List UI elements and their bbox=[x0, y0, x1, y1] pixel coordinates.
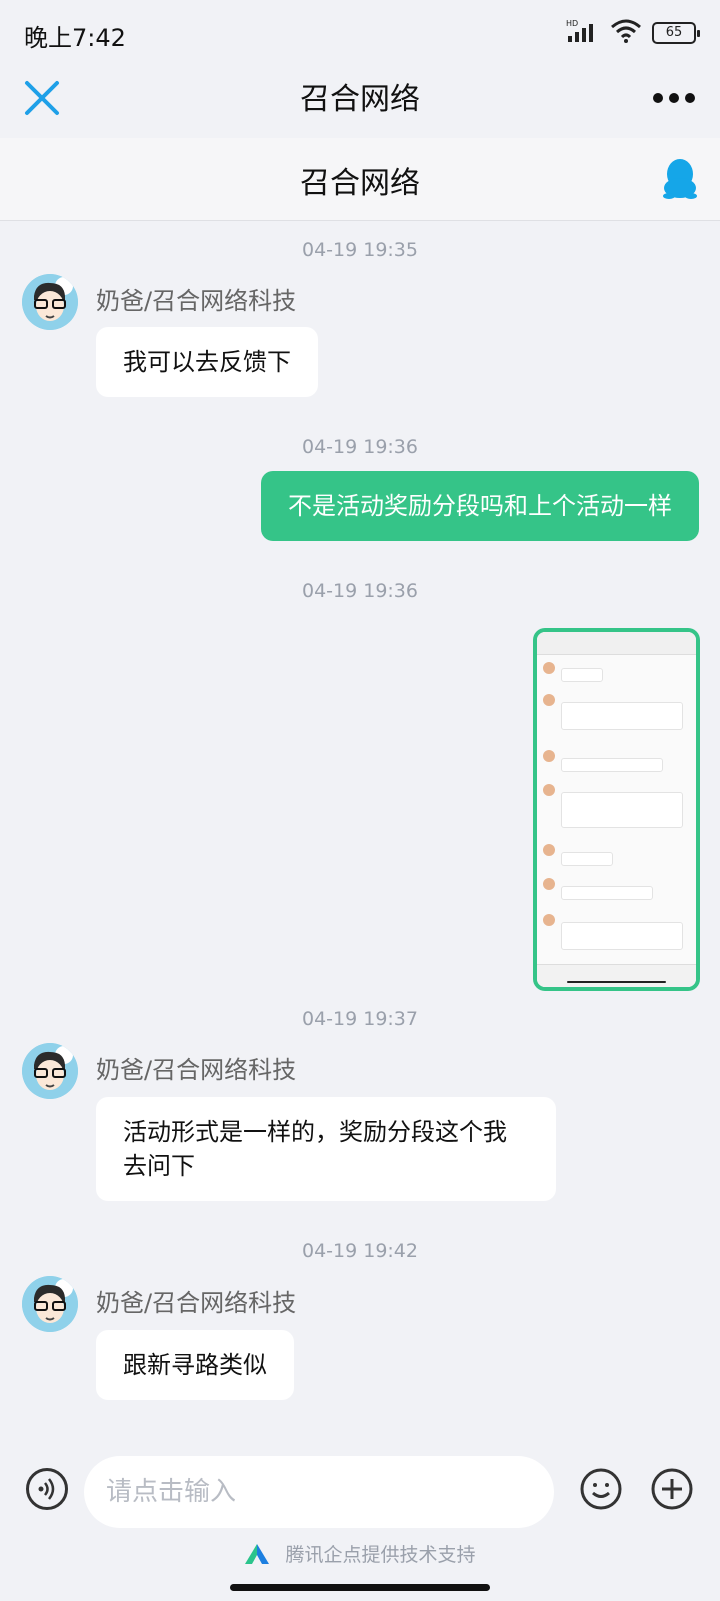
top-bar: 召合网络 bbox=[0, 62, 720, 136]
status-time: 晚上7:42 bbox=[24, 24, 126, 52]
avatar[interactable] bbox=[22, 1043, 78, 1099]
qq-icon[interactable] bbox=[660, 156, 700, 200]
timestamp: 04-19 19:36 bbox=[301, 436, 418, 458]
more-button[interactable] bbox=[652, 80, 696, 116]
message-bubble-outgoing[interactable]: 不是活动奖励分段吗和上个活动一样 bbox=[261, 471, 699, 541]
signal-icon: HD bbox=[566, 18, 600, 48]
chat-header: 召合网络 bbox=[0, 138, 720, 221]
wifi-icon bbox=[610, 19, 642, 47]
avatar[interactable] bbox=[22, 1276, 78, 1332]
message-bubble[interactable]: 跟新寻路类似 bbox=[96, 1330, 294, 1400]
home-indicator[interactable] bbox=[230, 1584, 490, 1591]
more-dots-icon bbox=[653, 93, 695, 103]
message-bubble[interactable]: 我可以去反馈下 bbox=[96, 327, 318, 397]
voice-icon bbox=[38, 1478, 55, 1500]
powered-by-text: 腾讯企点提供技术支持 bbox=[285, 1544, 476, 1566]
message-bubble[interactable]: 活动形式是一样的，奖励分段这个我去问下 bbox=[96, 1097, 556, 1201]
sender-name: 奶爸/召合网络科技 bbox=[96, 1056, 297, 1084]
timestamp: 04-19 19:35 bbox=[301, 239, 418, 261]
chat-title: 召合网络 bbox=[300, 166, 420, 201]
status-icons: HD 65 bbox=[566, 18, 700, 48]
emoji-button[interactable] bbox=[580, 1468, 622, 1510]
chat-area[interactable]: 04-19 19:35 奶爸/召合网络科技 我可以去反馈下 04-19 19:3… bbox=[0, 221, 720, 1444]
voice-button[interactable] bbox=[26, 1468, 68, 1510]
sender-name: 奶爸/召合网络科技 bbox=[96, 287, 297, 315]
image-message[interactable] bbox=[533, 628, 700, 991]
smiley-icon bbox=[580, 1468, 622, 1510]
sender-name: 奶爸/召合网络科技 bbox=[96, 1289, 297, 1317]
input-bar bbox=[0, 1444, 720, 1540]
plus-icon bbox=[651, 1468, 693, 1510]
svg-text:HD: HD bbox=[566, 19, 578, 28]
tencent-qidian-logo-icon bbox=[244, 1543, 270, 1565]
footer: 腾讯企点提供技术支持 bbox=[0, 1540, 720, 1580]
timestamp: 04-19 19:42 bbox=[301, 1240, 418, 1262]
screenshot-thumbnail bbox=[537, 632, 696, 987]
avatar[interactable] bbox=[22, 274, 78, 330]
timestamp: 04-19 19:36 bbox=[301, 580, 418, 602]
page-title: 召合网络 bbox=[300, 82, 420, 117]
timestamp: 04-19 19:37 bbox=[301, 1008, 418, 1030]
add-button[interactable] bbox=[651, 1468, 693, 1510]
status-bar: 晚上7:42 HD 65 bbox=[0, 0, 720, 62]
battery-icon: 65 bbox=[652, 22, 700, 44]
message-input[interactable] bbox=[84, 1456, 554, 1528]
